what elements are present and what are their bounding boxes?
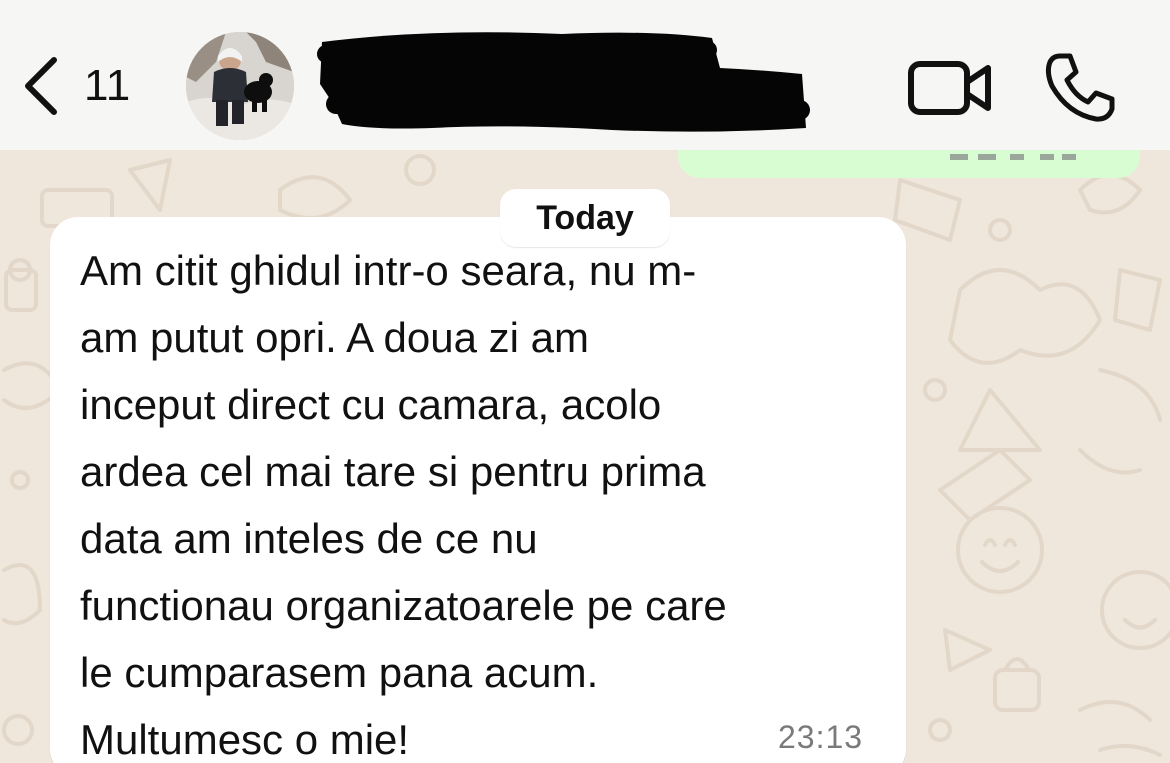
avatar[interactable] — [186, 32, 294, 140]
video-call-button[interactable] — [906, 56, 996, 120]
chat-header: 11 — [0, 0, 1170, 150]
date-separator: Today — [500, 189, 670, 247]
video-camera-icon — [908, 61, 991, 115]
contact-name-redacted[interactable] — [312, 24, 812, 136]
message-line: functionau organizatoarele pe care — [80, 582, 727, 629]
message-meta-fragment — [950, 154, 1076, 160]
message-text: Am citit ghidul intr-o seara, nu m- am p… — [80, 237, 880, 763]
avatar-photo — [186, 32, 294, 140]
back-button[interactable]: 11 — [22, 54, 152, 118]
incoming-message-bubble[interactable]: Am citit ghidul intr-o seara, nu m- am p… — [50, 217, 906, 763]
phone-icon — [1045, 53, 1115, 122]
message-line: Am citit ghidul intr-o seara, nu m- — [80, 247, 697, 294]
redaction-mark — [317, 32, 810, 132]
message-line: ardea cel mai tare si pentru prima — [80, 448, 706, 495]
message-line: inceput direct cu camara, acolo — [80, 381, 662, 428]
chevron-left-icon — [25, 57, 57, 115]
message-line: am putut opri. A doua zi am — [80, 314, 589, 361]
voice-call-button[interactable] — [1042, 52, 1116, 124]
message-timestamp: 23:13 — [778, 719, 864, 755]
unread-count: 11 — [84, 61, 131, 110]
previous-outgoing-message[interactable] — [678, 150, 1140, 178]
message-line: data am inteles de ce nu — [80, 515, 538, 562]
message-line: Multumesc o mie! — [80, 716, 410, 763]
chat-area[interactable]: Today Am citit ghidul intr-o seara, nu m… — [0, 150, 1170, 763]
message-line: le cumparasem pana acum. — [80, 649, 599, 696]
